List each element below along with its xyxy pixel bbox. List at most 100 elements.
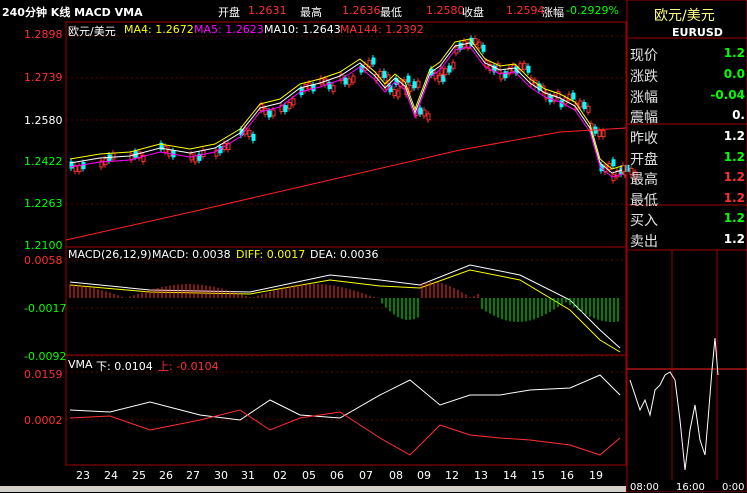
macd-label: MACD(26,12,9) bbox=[68, 248, 152, 261]
x-tick-label: 05 bbox=[302, 469, 316, 482]
vma-y-tick: 0.0002 bbox=[24, 414, 63, 427]
candle-body bbox=[77, 165, 82, 173]
x-tick-label: 15 bbox=[531, 469, 545, 482]
candle-body bbox=[408, 84, 413, 92]
candle-body bbox=[611, 174, 616, 182]
diff-value: DIFF: 0.0017 bbox=[236, 248, 306, 261]
candle-body bbox=[597, 129, 602, 137]
candle-body bbox=[447, 65, 452, 73]
candle-body bbox=[586, 105, 591, 113]
quote-row-label: 开盘 bbox=[630, 152, 658, 168]
candle-body bbox=[601, 130, 606, 138]
y-tick: 1.2422 bbox=[24, 155, 63, 168]
candle-body bbox=[323, 78, 328, 86]
candle-body bbox=[481, 44, 486, 52]
quote-row: 震幅 0. bbox=[626, 105, 747, 127]
quote-row-value: 1.2 bbox=[723, 129, 745, 143]
y-tick: 1.2263 bbox=[24, 197, 63, 210]
x-tick-label: 30 bbox=[214, 469, 228, 482]
quote-row: 昨收 1.2 bbox=[626, 126, 747, 148]
quote-panel: 欧元/美元 EURUSD 现价 1.2 涨跌 0.0 涨幅 -0.04 震幅 0. 昨收 1.2 开… bbox=[626, 0, 747, 360]
ma5-label: MA5: 1.2623 bbox=[194, 23, 264, 36]
quote-row-value: -0.04 bbox=[710, 88, 745, 102]
quote-row-value: 1.2 bbox=[723, 150, 745, 164]
candle-body bbox=[443, 68, 448, 76]
quote-row-value: 0.0 bbox=[723, 67, 745, 81]
candle-body bbox=[81, 162, 86, 170]
x-tick-label: 06 bbox=[330, 469, 344, 482]
candle-body bbox=[418, 107, 423, 115]
candle-body bbox=[247, 130, 252, 138]
candle-body bbox=[621, 165, 626, 173]
candle-body bbox=[477, 41, 482, 49]
quote-row: 买入 1.2 bbox=[626, 208, 747, 230]
macd-value: MACD: 0.0038 bbox=[152, 248, 231, 261]
vma-down-line bbox=[69, 374, 621, 421]
bottom-tab-strip[interactable] bbox=[0, 486, 626, 492]
x-tick-label: 09 bbox=[417, 469, 431, 482]
x-tick-label: 14 bbox=[503, 469, 517, 482]
x-tick-label: 25 bbox=[132, 469, 146, 482]
y-tick: 1.2898 bbox=[24, 28, 63, 41]
quote-code: EURUSD bbox=[672, 26, 723, 39]
quote-row-label: 震幅 bbox=[630, 110, 658, 126]
quote-row: 最高 1.2 bbox=[626, 167, 747, 189]
candle-body bbox=[473, 38, 478, 46]
y-tick: 1.2580 bbox=[24, 114, 63, 127]
candle-body bbox=[382, 71, 387, 79]
ma4-label: MA4: 1.2672 bbox=[124, 23, 194, 36]
x-tick-label: 12 bbox=[445, 469, 459, 482]
candle-body bbox=[571, 92, 576, 100]
candle-body bbox=[392, 88, 397, 96]
candle-body bbox=[201, 150, 206, 158]
candle-body bbox=[396, 90, 401, 98]
x-tick-label: 24 bbox=[104, 469, 118, 482]
x-tick-label: 13 bbox=[474, 469, 488, 482]
candle-body bbox=[287, 101, 292, 109]
candle-body bbox=[111, 152, 116, 160]
vma-up-value: 上: -0.0104 bbox=[158, 360, 219, 373]
candle-body bbox=[451, 61, 456, 69]
x-tick-label: 27 bbox=[186, 469, 200, 482]
quote-row: 最低 1.2 bbox=[626, 188, 747, 210]
quote-row-label: 买入 bbox=[630, 213, 658, 229]
vma-up-line bbox=[69, 409, 621, 456]
candle-body bbox=[406, 75, 411, 83]
candle-body bbox=[503, 71, 508, 79]
quote-row: 开盘 1.2 bbox=[626, 147, 747, 169]
ma10-label: MA10: 1.2643 bbox=[264, 23, 341, 36]
x-tick-label: 23 bbox=[76, 469, 90, 482]
x-tick-label: 02 bbox=[273, 469, 287, 482]
quote-row-label: 最高 bbox=[630, 172, 658, 188]
quote-row-label: 卖出 bbox=[630, 234, 658, 250]
candle-body bbox=[283, 105, 288, 113]
candle-body bbox=[251, 133, 256, 141]
candle-body bbox=[343, 77, 348, 85]
macd-y-tick: 0.0058 bbox=[24, 254, 63, 267]
quote-row-label: 昨收 bbox=[630, 131, 658, 147]
candle-body bbox=[416, 80, 421, 88]
candle-body bbox=[331, 85, 336, 93]
quote-row-value: 0. bbox=[732, 108, 745, 122]
quote-row: 涨幅 -0.04 bbox=[626, 85, 747, 107]
mini-time: 08:00 bbox=[630, 482, 659, 493]
quote-row-label: 现价 bbox=[630, 48, 658, 64]
candle-body bbox=[267, 110, 272, 118]
symbol-name: 欧元/美元 bbox=[68, 25, 116, 38]
macd-y-tick: -0.0017 bbox=[24, 302, 67, 315]
candle-body bbox=[526, 65, 531, 73]
candle-body bbox=[378, 70, 383, 78]
quote-row-value: 1.2 bbox=[723, 46, 745, 60]
mini-time: 0:00 bbox=[722, 482, 745, 493]
candle-body bbox=[611, 159, 616, 167]
ma5-line bbox=[69, 46, 623, 178]
quote-row: 现价 1.2 bbox=[626, 43, 747, 65]
x-tick-label: 07 bbox=[359, 469, 373, 482]
macd-y-tick: -0.0092 bbox=[24, 350, 67, 363]
y-tick: 1.2100 bbox=[24, 239, 63, 252]
candle-body bbox=[522, 62, 527, 70]
quote-row-value: 1.2 bbox=[723, 191, 745, 205]
candle-body bbox=[426, 113, 431, 121]
y-tick: 1.2739 bbox=[24, 71, 63, 84]
x-tick-label: 16 bbox=[560, 469, 574, 482]
